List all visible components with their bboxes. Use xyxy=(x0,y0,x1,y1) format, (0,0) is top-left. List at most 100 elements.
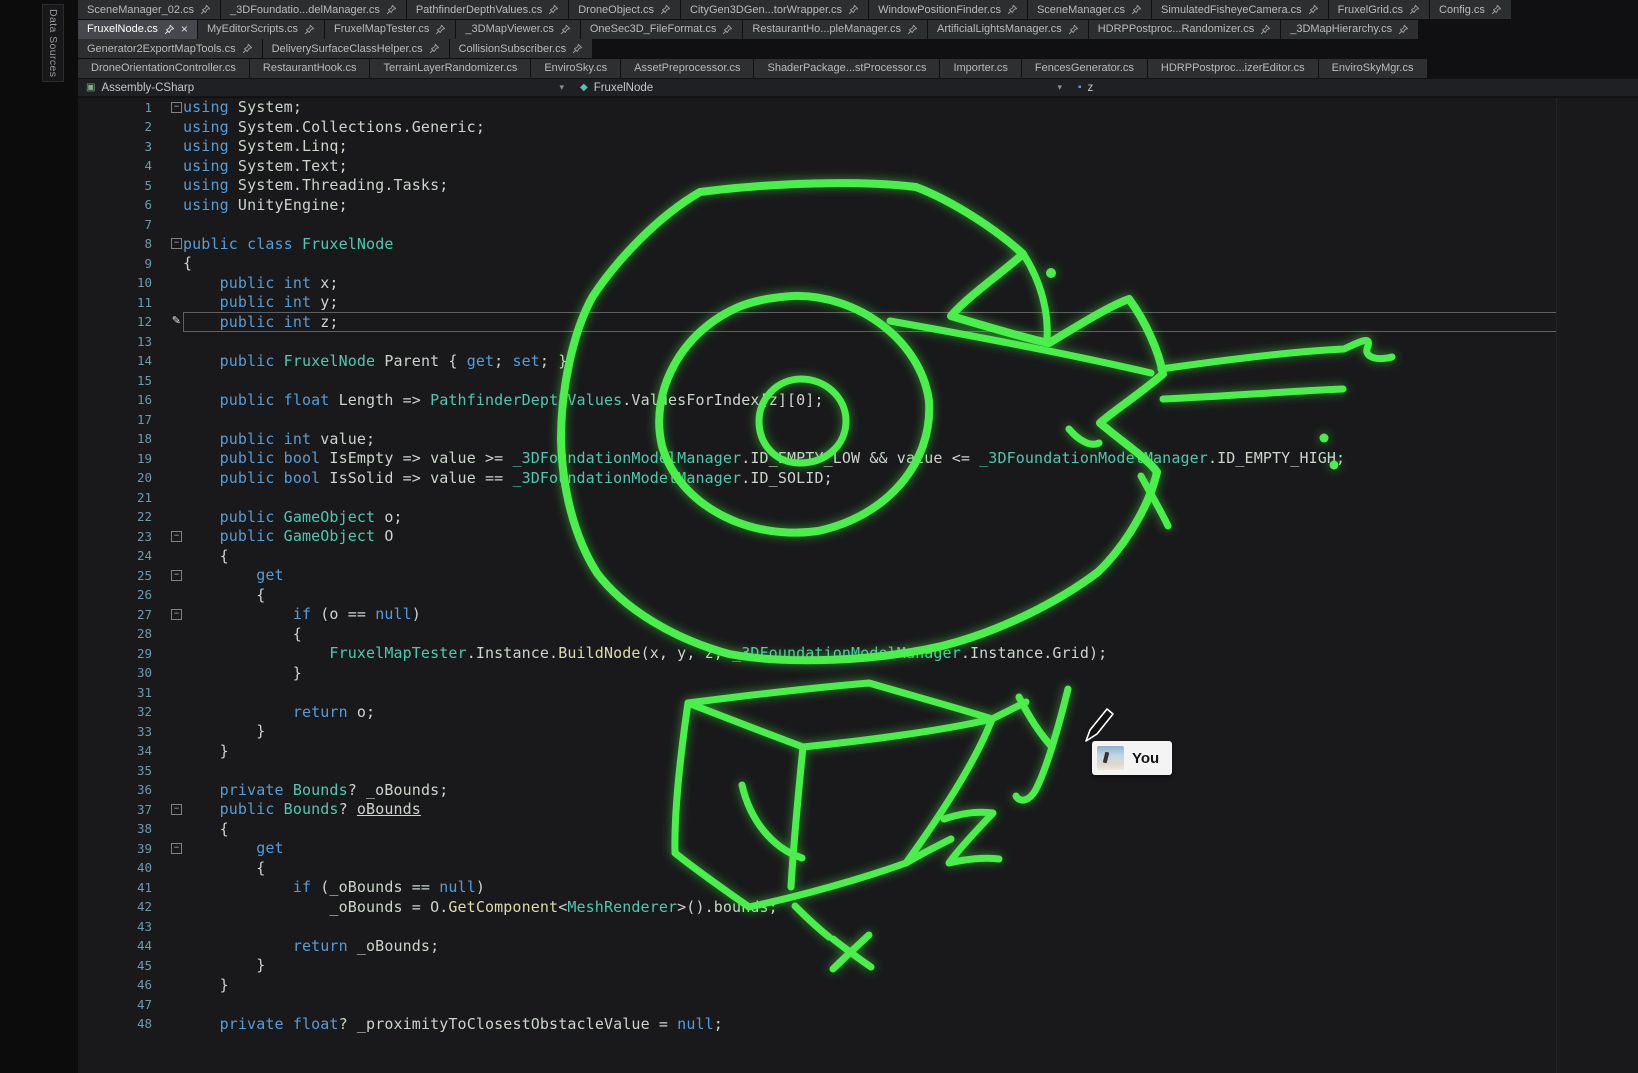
tab-onesec3d-fileformat-cs[interactable]: OneSec3D_FileFormat.cs xyxy=(581,20,743,39)
tab-scenemanager-cs[interactable]: SceneManager.cs xyxy=(1028,0,1151,19)
code-line-25[interactable]: 25− get xyxy=(78,566,1638,586)
tab-shaderpackage-stprocessor-cs[interactable]: ShaderPackage...stProcessor.cs xyxy=(754,59,939,78)
pin-icon[interactable] xyxy=(1007,4,1018,15)
tab-generator2exportmaptools-cs[interactable]: Generator2ExportMapTools.cs xyxy=(78,39,262,58)
pin-icon[interactable] xyxy=(242,43,253,54)
code-line-42[interactable]: 42 _oBounds = O.GetComponent<MeshRendere… xyxy=(78,897,1638,917)
code-line-28[interactable]: 28 { xyxy=(78,624,1638,644)
pin-icon[interactable] xyxy=(560,24,571,35)
tab--3dfoundatio-delmanager-cs[interactable]: _3DFoundatio...delManager.cs xyxy=(221,0,406,19)
code-line-10[interactable]: 10 public int x; xyxy=(78,273,1638,293)
code-line-45[interactable]: 45 } xyxy=(78,956,1638,976)
tab-scenemanager-02-cs[interactable]: SceneManager_02.cs xyxy=(78,0,220,19)
code-line-7[interactable]: 7 xyxy=(78,215,1638,235)
sidebar-tab-data-sources[interactable]: Data Sources xyxy=(42,4,64,82)
fold-collapse-icon[interactable]: − xyxy=(171,843,182,854)
pin-icon[interactable] xyxy=(572,43,583,54)
tab-myeditorscripts-cs[interactable]: MyEditorScripts.cs xyxy=(198,20,324,39)
pin-icon[interactable] xyxy=(1409,4,1420,15)
code-line-11[interactable]: 11 public int y; xyxy=(78,293,1638,313)
tab-fruxelmaptester-cs[interactable]: FruxelMapTester.cs xyxy=(325,20,455,39)
code-line-31[interactable]: 31 xyxy=(78,683,1638,703)
code-line-44[interactable]: 44 return _oBounds; xyxy=(78,936,1638,956)
code-line-2[interactable]: 2using System.Collections.Generic; xyxy=(78,117,1638,137)
code-line-34[interactable]: 34 } xyxy=(78,741,1638,761)
fold-column[interactable]: − xyxy=(160,804,183,815)
code-line-15[interactable]: 15 xyxy=(78,371,1638,391)
code-line-39[interactable]: 39− get xyxy=(78,839,1638,859)
tab-assetpreprocessor-cs[interactable]: AssetPreprocessor.cs xyxy=(621,59,753,78)
tab-restauranthook-cs[interactable]: RestaurantHook.cs xyxy=(250,59,370,78)
pin-icon[interactable] xyxy=(164,24,175,35)
code-line-9[interactable]: 9{ xyxy=(78,254,1638,274)
tab-fencesgenerator-cs[interactable]: FencesGenerator.cs xyxy=(1022,59,1147,78)
tab-hdrppostproc-randomizer-cs[interactable]: HDRPPostproc...Randomizer.cs xyxy=(1089,20,1281,39)
code-line-46[interactable]: 46 } xyxy=(78,975,1638,995)
tab-hdrppostproc-izereditor-cs[interactable]: HDRPPostproc...izerEditor.cs xyxy=(1148,59,1318,78)
code-line-3[interactable]: 3using System.Linq; xyxy=(78,137,1638,157)
code-line-21[interactable]: 21 xyxy=(78,488,1638,508)
tab-config-cs[interactable]: Config.cs xyxy=(1430,0,1511,19)
pin-icon[interactable] xyxy=(1131,4,1142,15)
tab-droneorientationcontroller-cs[interactable]: DroneOrientationController.cs xyxy=(78,59,249,78)
pin-icon[interactable] xyxy=(1068,24,1079,35)
code-line-32[interactable]: 32 return o; xyxy=(78,702,1638,722)
code-line-6[interactable]: 6using UnityEngine; xyxy=(78,195,1638,215)
code-line-8[interactable]: 8−public class FruxelNode xyxy=(78,234,1638,254)
fold-collapse-icon[interactable]: − xyxy=(171,570,182,581)
fold-column[interactable]: − xyxy=(160,238,183,249)
code-line-22[interactable]: 22 public GameObject o; xyxy=(78,507,1638,527)
pin-icon[interactable] xyxy=(435,24,446,35)
pin-icon[interactable] xyxy=(200,4,211,15)
code-line-16[interactable]: 16 public float Length => PathfinderDept… xyxy=(78,390,1638,410)
pin-icon[interactable] xyxy=(660,4,671,15)
code-line-24[interactable]: 24 { xyxy=(78,546,1638,566)
code-line-38[interactable]: 38 { xyxy=(78,819,1638,839)
code-line-23[interactable]: 23− public GameObject O xyxy=(78,527,1638,547)
pin-icon[interactable] xyxy=(1308,4,1319,15)
tab-restaurantho-plemanager-cs[interactable]: RestaurantHo...pleManager.cs xyxy=(743,20,927,39)
code-line-20[interactable]: 20 public bool IsSolid => value == _3DFo… xyxy=(78,468,1638,488)
fold-column[interactable]: − xyxy=(160,570,183,581)
code-line-37[interactable]: 37− public Bounds? oBounds xyxy=(78,800,1638,820)
code-line-5[interactable]: 5using System.Threading.Tasks; xyxy=(78,176,1638,196)
pin-icon[interactable] xyxy=(1491,4,1502,15)
fold-collapse-icon[interactable]: − xyxy=(171,102,182,113)
code-line-36[interactable]: 36 private Bounds? _oBounds; xyxy=(78,780,1638,800)
project-dropdown[interactable]: ▣ Assembly-CSharp ▾ xyxy=(78,79,572,96)
member-dropdown[interactable]: ▪ z xyxy=(1070,79,1638,96)
code-line-14[interactable]: 14 public FruxelNode Parent { get; set; … xyxy=(78,351,1638,371)
fold-column[interactable]: − xyxy=(160,609,183,620)
code-line-26[interactable]: 26 { xyxy=(78,585,1638,605)
tab-droneobject-cs[interactable]: DroneObject.cs xyxy=(569,0,680,19)
pin-icon[interactable] xyxy=(1260,24,1271,35)
code-line-30[interactable]: 30 } xyxy=(78,663,1638,683)
tab-fruxelgrid-cs[interactable]: FruxelGrid.cs xyxy=(1329,0,1429,19)
code-line-19[interactable]: 19 public bool IsEmpty => value >= _3DFo… xyxy=(78,449,1638,469)
fold-column[interactable]: − xyxy=(160,102,183,113)
tab-envirosky-cs[interactable]: EnviroSky.cs xyxy=(531,59,620,78)
pin-icon[interactable] xyxy=(429,43,440,54)
tab-fruxelnode-cs[interactable]: FruxelNode.cs× xyxy=(78,20,197,39)
tab-windowpositionfinder-cs[interactable]: WindowPositionFinder.cs xyxy=(869,0,1027,19)
tab-enviroskymgr-cs[interactable]: EnviroSkyMgr.cs xyxy=(1319,59,1427,78)
tab-close-icon[interactable]: × xyxy=(181,24,188,34)
code-line-1[interactable]: 1−using System; xyxy=(78,98,1638,118)
fold-collapse-icon[interactable]: − xyxy=(171,531,182,542)
tab-pathfinderdepthvalues-cs[interactable]: PathfinderDepthValues.cs xyxy=(407,0,568,19)
tab-collisionsubscriber-cs[interactable]: CollisionSubscriber.cs xyxy=(450,39,593,58)
pin-icon[interactable] xyxy=(1398,24,1409,35)
code-line-29[interactable]: 29 FruxelMapTester.Instance.BuildNode(x,… xyxy=(78,644,1638,664)
code-line-13[interactable]: 13 xyxy=(78,332,1638,352)
code-line-18[interactable]: 18 public int value; xyxy=(78,429,1638,449)
fold-column[interactable]: − xyxy=(160,843,183,854)
pin-icon[interactable] xyxy=(548,4,559,15)
code-line-40[interactable]: 40 { xyxy=(78,858,1638,878)
fold-collapse-icon[interactable]: − xyxy=(171,804,182,815)
type-dropdown[interactable]: ◆ FruxelNode ▾ xyxy=(572,79,1070,96)
code-line-35[interactable]: 35 xyxy=(78,761,1638,781)
code-line-12[interactable]: 12✎ public int z; xyxy=(78,312,1638,332)
code-line-41[interactable]: 41 if (_oBounds == null) xyxy=(78,878,1638,898)
code-line-43[interactable]: 43 xyxy=(78,917,1638,937)
tab-deliverysurfaceclasshelper-cs[interactable]: DeliverySurfaceClassHelper.cs xyxy=(263,39,449,58)
